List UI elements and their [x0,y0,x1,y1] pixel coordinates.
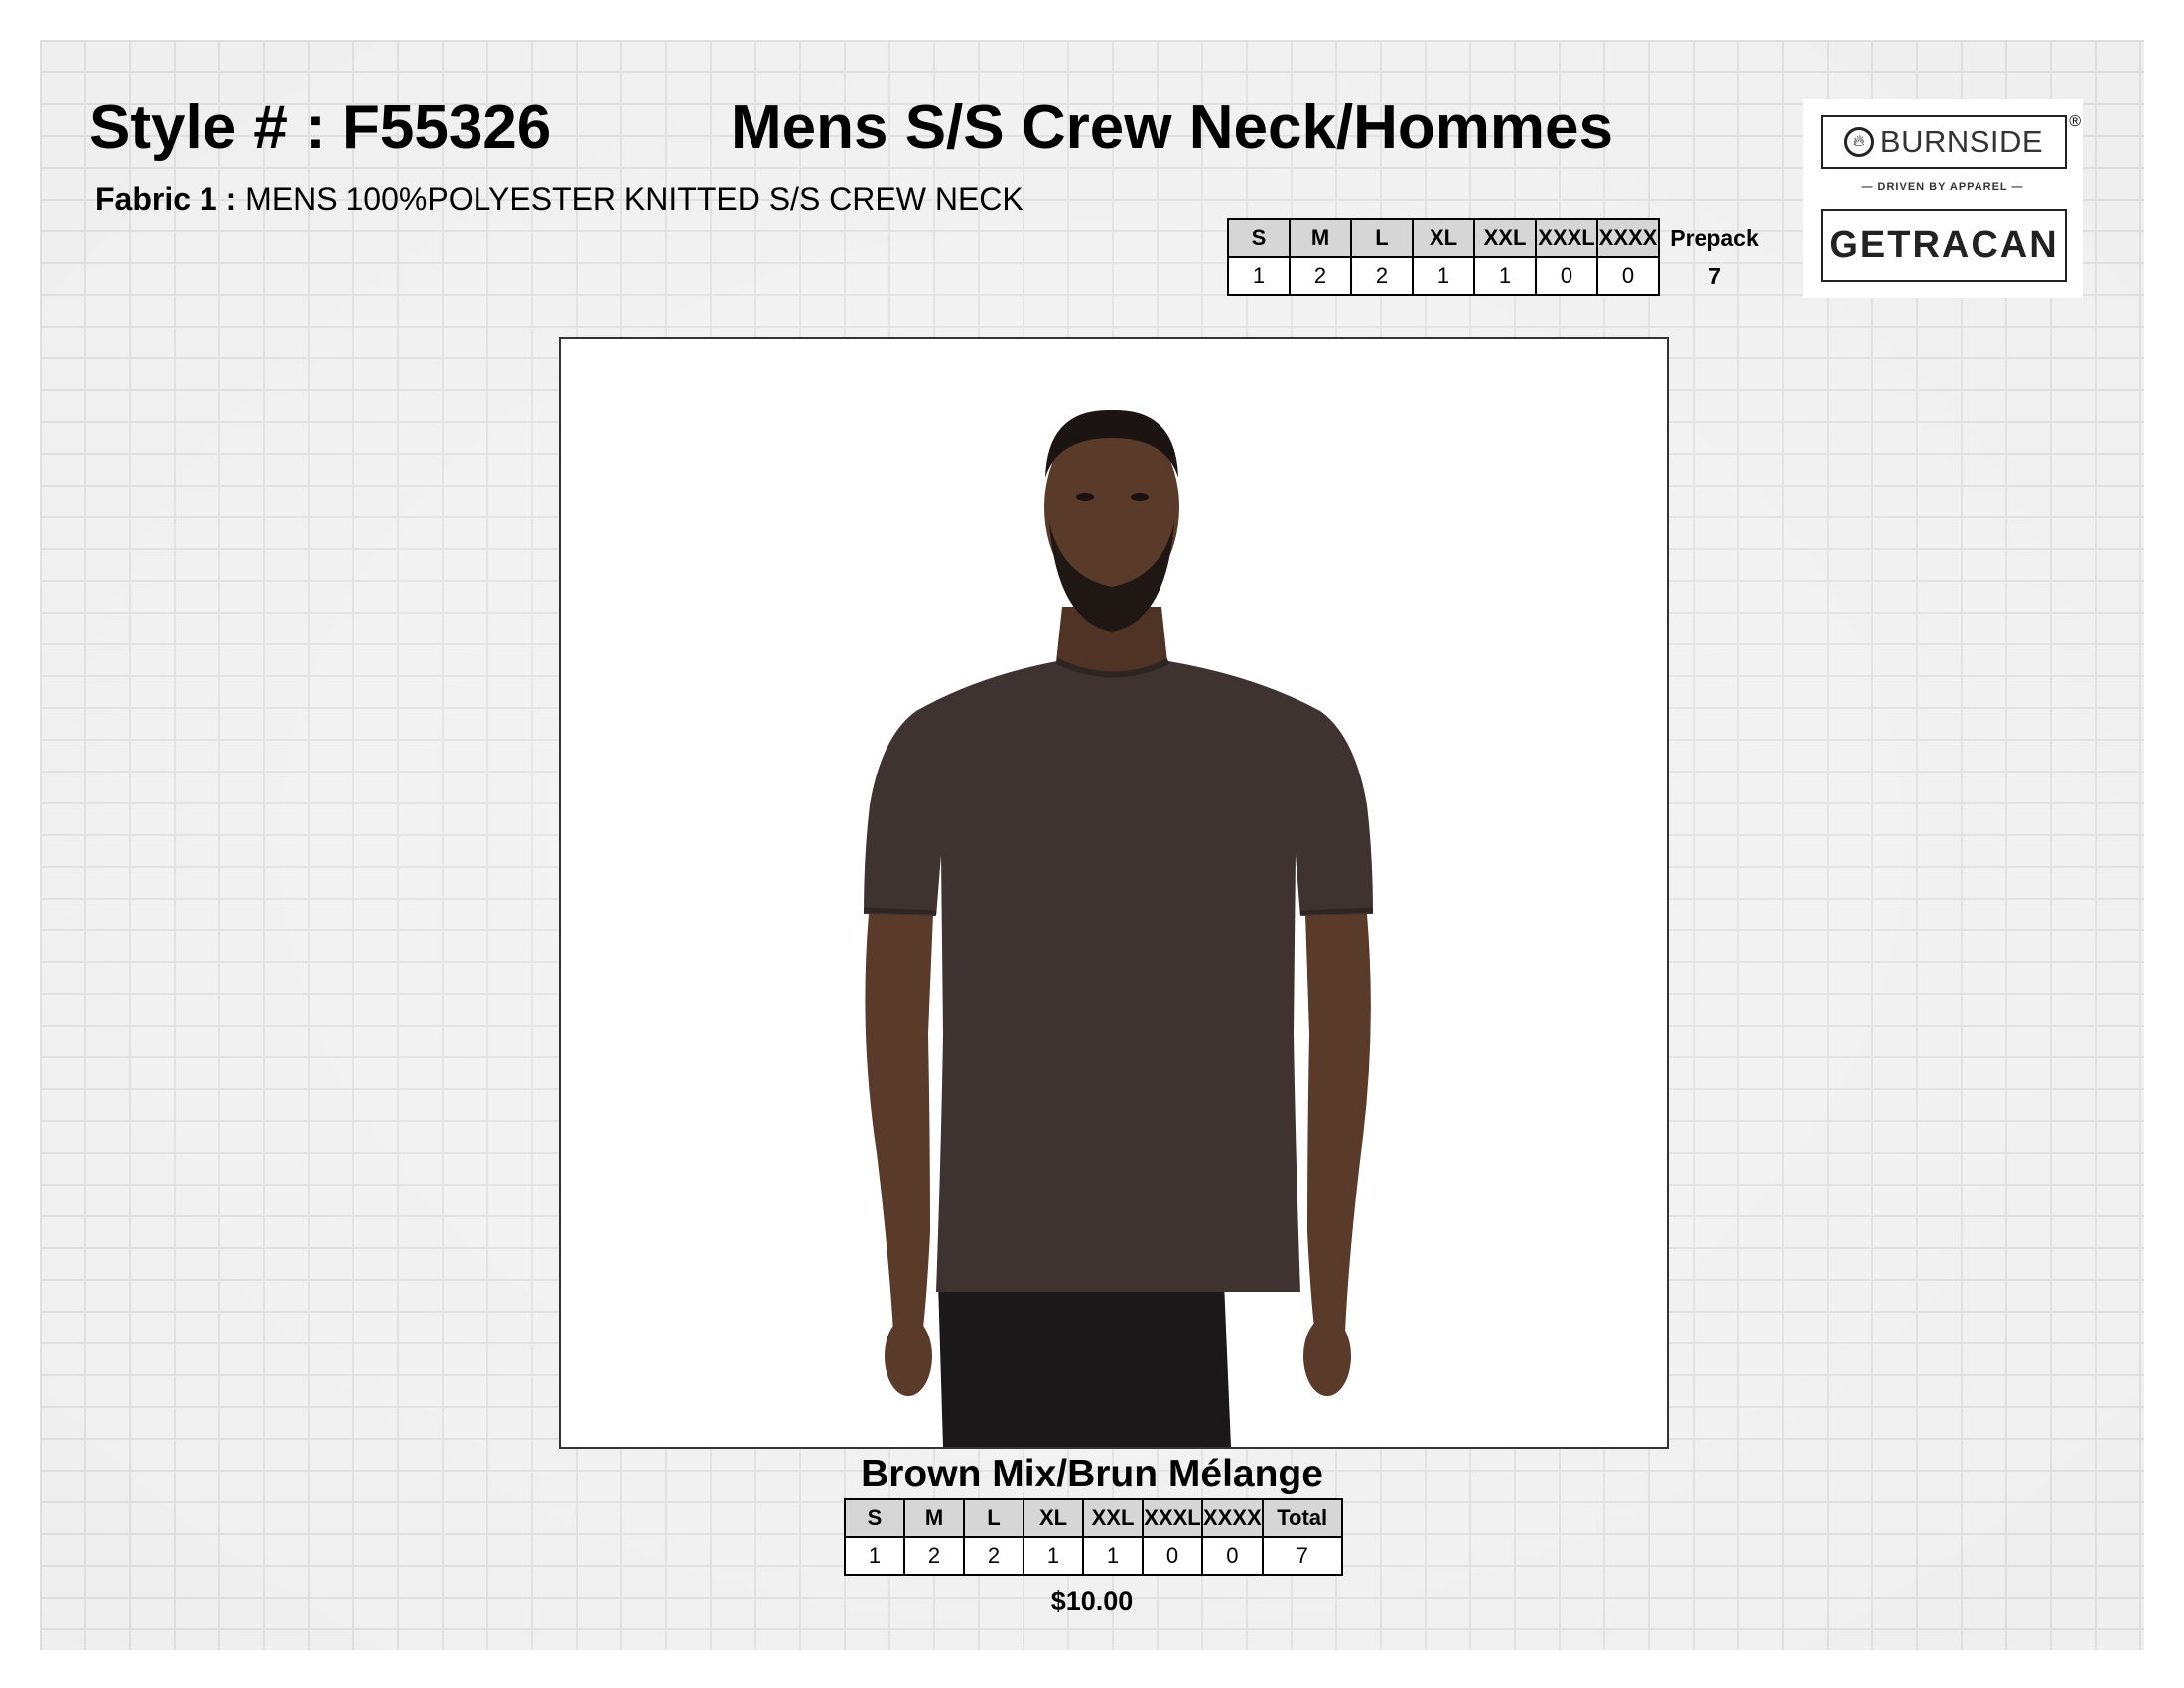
size-header-cell: XXXL [1142,1498,1203,1538]
burnside-logo: 🔥︎ BURNSIDE [1821,115,2067,169]
product-title: Mens S/S Crew Neck/Hommes [731,93,1614,162]
size-header-cell: S [844,1498,905,1538]
price: $10.00 [1050,1586,1134,1616]
color-quantity-row: 1 2 2 1 1 0 0 7 [844,1536,1343,1576]
quantity-cell: 0 [1142,1536,1203,1576]
quantity-cell: 0 [1596,256,1660,296]
color-name: Brown Mix/Brun Mélange [861,1453,1323,1495]
model-wearing-tshirt-image [863,409,1374,1447]
quantity-cell: 2 [903,1536,965,1576]
quantity-cell: 1 [1227,256,1291,296]
quantity-cell: 2 [1289,256,1352,296]
size-header-cell: L [963,1498,1024,1538]
size-header-cell: M [903,1498,965,1538]
size-header-cell: L [1350,218,1414,258]
prepack-total: 7 [1708,262,1721,289]
total-cell: 7 [1261,1536,1343,1576]
size-header-cell: XXXL [1535,218,1598,258]
size-header-cell: S [1227,218,1291,258]
registered-mark: ® [2069,113,2081,130]
quantity-cell: 1 [1473,256,1537,296]
quantity-cell: 2 [1350,256,1414,296]
fabric-line: Fabric 1 : MENS 100%POLYESTER KNITTED S/… [95,183,1024,214]
size-header-cell: XL [1023,1498,1084,1538]
fabric-label: Fabric 1 : [95,181,237,216]
burnside-tagline: — DRIVEN BY APPAREL — [1861,181,2024,193]
quantity-cell: 0 [1201,1536,1264,1576]
size-header-cell: XXL [1473,218,1537,258]
color-size-table: S M L XL XXL XXXL XXXX Total 1 2 2 1 1 0… [844,1498,1343,1576]
quantity-cell: 2 [963,1536,1024,1576]
quantity-cell: 1 [1023,1536,1084,1576]
quantity-cell: 0 [1535,256,1598,296]
prepack-quantity-row: 1 2 2 1 1 0 0 7 [1227,256,1770,296]
total-header-cell: Total [1261,1498,1343,1538]
product-photo [559,337,1669,1449]
quantity-cell: 1 [844,1536,905,1576]
getracan-logo: GETRACAN [1821,209,2067,282]
prepack-size-table: S M L XL XXL XXXL XXXX Prepack 1 2 2 1 1… [1227,218,1771,296]
color-size-header-row: S M L XL XXL XXXL XXXX Total [844,1498,1343,1538]
flame-icon: 🔥︎ [1843,127,1874,157]
quantity-cell: 1 [1082,1536,1144,1576]
style-number: Style # : F55326 [89,93,552,162]
brand-logos: 🔥︎ BURNSIDE ® — DRIVEN BY APPAREL — GETR… [1803,99,2083,298]
size-header-cell: XXXX [1596,218,1660,258]
size-header-cell: XL [1412,218,1475,258]
fabric-value: MENS 100%POLYESTER KNITTED S/S CREW NECK [245,181,1024,216]
prepack-label: Prepack [1670,224,1759,251]
getracan-wordmark: GETRACAN [1829,223,2059,266]
prepack-size-header-row: S M L XL XXL XXXL XXXX Prepack [1227,218,1770,258]
size-header-cell: XXXX [1201,1498,1264,1538]
size-header-cell: M [1289,218,1352,258]
size-header-cell: XXL [1082,1498,1144,1538]
burnside-wordmark: BURNSIDE [1879,124,2044,159]
quantity-cell: 1 [1412,256,1475,296]
